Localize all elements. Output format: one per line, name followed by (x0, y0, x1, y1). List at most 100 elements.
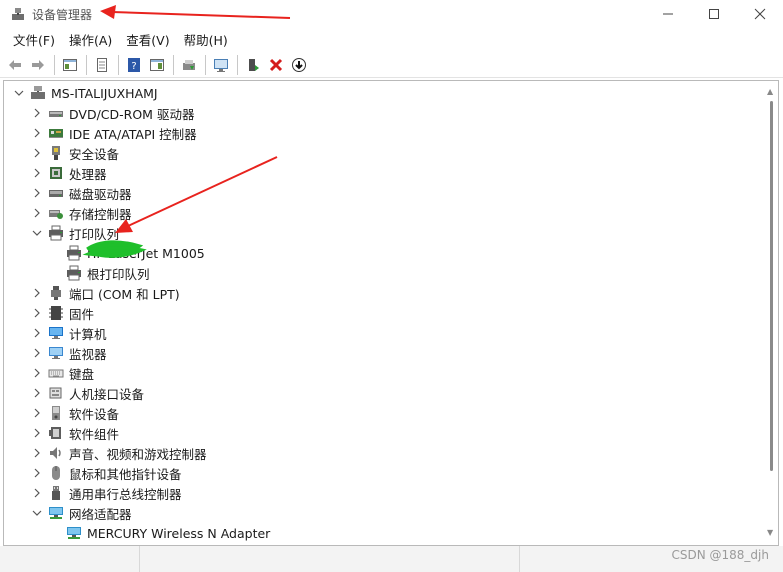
chevron-right-icon[interactable] (30, 323, 44, 343)
tree-category[interactable]: 计算机 (30, 323, 107, 343)
tree-category[interactable]: 存储控制器 (30, 203, 132, 223)
tree-item-label: 网络适配器 (69, 506, 132, 522)
tree-item-label: 端口 (COM 和 LPT) (69, 286, 180, 302)
tree-item-label: IDE ATA/ATAPI 控制器 (69, 126, 197, 142)
tree-category[interactable]: 鼠标和其他指针设备 (30, 463, 182, 483)
tree-category[interactable]: 固件 (30, 303, 94, 323)
scan-hardware-icon[interactable] (210, 54, 232, 76)
tree-item-label: 声音、视频和游戏控制器 (69, 446, 207, 462)
tree-item-label: HP LaserJet M1005 (87, 245, 205, 261)
chevron-down-icon[interactable] (30, 223, 44, 243)
chevron-down-icon[interactable] (12, 83, 26, 103)
ide-controller-icon (47, 125, 65, 141)
chevron-right-icon[interactable] (30, 123, 44, 143)
toolbar: ? (0, 52, 783, 78)
tree-category[interactable]: 声音、视频和游戏控制器 (30, 443, 207, 463)
tree-category[interactable]: 软件设备 (30, 403, 119, 423)
chevron-right-icon[interactable] (30, 423, 44, 443)
network-adapter-icon (47, 505, 65, 521)
tree-category[interactable]: 打印队列 (30, 223, 119, 243)
chevron-right-icon[interactable] (30, 363, 44, 383)
tree-category[interactable]: 网络适配器 (30, 503, 132, 523)
sound-icon (47, 445, 65, 461)
tree-item-label: 根打印队列 (87, 266, 150, 282)
chevron-right-icon[interactable] (30, 103, 44, 123)
device-tree-panel: MS-ITALIJUXHAMJ DVD/CD-ROM 驱动器 IDE ATA/ATA… (3, 80, 779, 546)
svg-text:?: ? (131, 61, 136, 72)
tree-root-computer[interactable]: MS-ITALIJUXHAMJ (12, 83, 158, 103)
chevron-right-icon[interactable] (30, 403, 44, 423)
tree-category[interactable]: 监视器 (30, 343, 107, 363)
status-segment (0, 546, 140, 572)
tree-category[interactable]: 人机接口设备 (30, 383, 144, 403)
tree-item-label: 鼠标和其他指针设备 (69, 466, 182, 482)
scroll-up-icon[interactable]: ▲ (767, 87, 773, 96)
show-hide-tree-icon[interactable] (59, 54, 81, 76)
disable-device-icon[interactable] (288, 54, 310, 76)
watermark: CSDN @188_djh (671, 548, 770, 562)
tree-category[interactable]: DVD/CD-ROM 驱动器 (30, 103, 194, 123)
tree-category[interactable]: 键盘 (30, 363, 94, 383)
tree-item-label: 软件设备 (69, 406, 120, 422)
tree-device[interactable]: 根打印队列 (62, 263, 150, 283)
vertical-scrollbar[interactable]: ▲ ▼ (767, 87, 775, 537)
close-button[interactable] (737, 0, 783, 28)
update-driver-icon[interactable] (178, 54, 200, 76)
tree-category[interactable]: 软件组件 (30, 423, 119, 443)
tree-item-label: 通用串行总线控制器 (69, 486, 182, 502)
menu-action[interactable]: 操作(A) (62, 30, 119, 52)
tree-category[interactable]: 通用串行总线控制器 (30, 483, 182, 503)
forward-icon[interactable] (27, 54, 49, 76)
tree-category[interactable]: 处理器 (30, 163, 107, 183)
menu-help[interactable]: 帮助(H) (177, 30, 235, 52)
tree-device[interactable]: HP LaserJet M1005 (62, 243, 205, 263)
back-icon[interactable] (4, 54, 26, 76)
chevron-right-icon[interactable] (30, 303, 44, 323)
computer-root-icon (29, 85, 47, 101)
chevron-right-icon[interactable] (30, 443, 44, 463)
tree-item-label: MERCURY Wireless N Adapter (87, 525, 271, 541)
storage-controller-icon (47, 205, 65, 221)
tree-item-label: 人机接口设备 (69, 386, 145, 402)
chevron-right-icon[interactable] (30, 203, 44, 223)
chevron-right-icon[interactable] (30, 283, 44, 303)
minimize-button[interactable] (645, 0, 691, 28)
tree-item-label: 软件组件 (69, 426, 120, 442)
action-pane-icon[interactable] (146, 54, 168, 76)
status-bar (0, 546, 783, 572)
processor-icon (47, 165, 65, 181)
chevron-right-icon[interactable] (30, 383, 44, 403)
chevron-right-icon[interactable] (30, 483, 44, 503)
hid-icon (47, 385, 65, 401)
chevron-right-icon[interactable] (30, 163, 44, 183)
tree-device[interactable]: MERCURY Wireless N Adapter (62, 523, 270, 543)
title-bar: 设备管理器 (0, 0, 783, 28)
tree-category[interactable]: IDE ATA/ATAPI 控制器 (30, 123, 197, 143)
chevron-right-icon[interactable] (30, 463, 44, 483)
tree-category[interactable]: 安全设备 (30, 143, 119, 163)
chevron-right-icon[interactable] (30, 183, 44, 203)
chevron-down-icon[interactable] (30, 503, 44, 523)
scroll-down-icon[interactable]: ▼ (767, 528, 773, 537)
uninstall-device-icon[interactable] (265, 54, 287, 76)
tree-category[interactable]: 磁盘驱动器 (30, 183, 132, 203)
tree-item-label: 固件 (69, 306, 95, 322)
chevron-right-icon[interactable] (30, 343, 44, 363)
enable-device-icon[interactable] (242, 54, 264, 76)
menu-bar: 文件(F) 操作(A) 查看(V) 帮助(H) (0, 30, 783, 52)
printer-icon (65, 245, 83, 261)
scrollbar-thumb[interactable] (770, 101, 773, 471)
help-icon[interactable]: ? (123, 54, 145, 76)
tree-item-label: 处理器 (69, 166, 107, 182)
toolbar-separator (118, 54, 119, 75)
properties-icon[interactable] (91, 54, 113, 76)
status-segment (140, 546, 520, 572)
monitor-icon (47, 345, 65, 361)
computer-icon (47, 325, 65, 341)
menu-view[interactable]: 查看(V) (119, 30, 176, 52)
firmware-icon (47, 305, 65, 321)
chevron-right-icon[interactable] (30, 143, 44, 163)
maximize-button[interactable] (691, 0, 737, 28)
menu-file[interactable]: 文件(F) (6, 30, 62, 52)
tree-category[interactable]: 端口 (COM 和 LPT) (30, 283, 180, 303)
